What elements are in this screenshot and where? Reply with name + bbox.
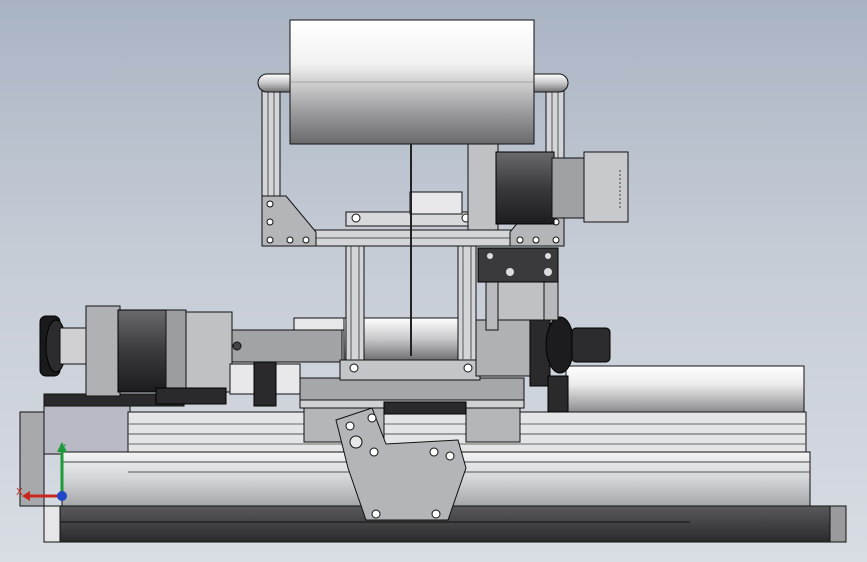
triad-y-label: Y <box>60 443 67 454</box>
cad-model-view <box>19 19 847 543</box>
right-cylinder <box>565 365 805 413</box>
graphics-viewport[interactable]: X Y <box>0 0 867 562</box>
triad-z-axis <box>57 491 67 501</box>
triad-x-label: X <box>16 487 23 498</box>
